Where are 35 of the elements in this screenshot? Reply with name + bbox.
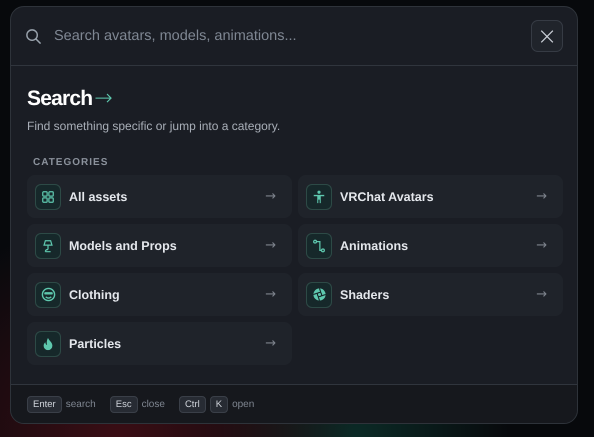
arrow-icon: → bbox=[536, 189, 547, 204]
close-button[interactable]: × bbox=[531, 20, 563, 52]
flame-icon bbox=[35, 330, 61, 356]
key-badge: K bbox=[210, 396, 228, 412]
path-icon bbox=[306, 232, 332, 258]
key-badge: Enter bbox=[27, 396, 62, 412]
arrow-icon: → bbox=[536, 238, 547, 253]
arrow-icon: → bbox=[94, 86, 113, 111]
person-icon bbox=[306, 184, 332, 210]
category-item[interactable]: VRChat Avatars → bbox=[298, 175, 563, 218]
shortcut-label: search bbox=[66, 398, 96, 410]
aperture-icon bbox=[306, 282, 332, 308]
key-badge: Ctrl bbox=[178, 396, 206, 412]
lamp-icon bbox=[35, 232, 61, 258]
search-field[interactable]: Search avatars, models, animations... bbox=[52, 27, 521, 45]
arrow-icon: → bbox=[265, 336, 276, 351]
shortcut-label: open bbox=[232, 398, 254, 410]
category-item[interactable]: Models and Props → bbox=[27, 224, 292, 267]
category-item[interactable]: Shaders → bbox=[298, 273, 563, 316]
search-icon bbox=[25, 28, 42, 44]
section-label: CATEGORIES bbox=[33, 157, 110, 168]
arrow-icon: → bbox=[265, 287, 276, 302]
arrow-icon: → bbox=[265, 238, 276, 253]
shortcut-label: close bbox=[142, 398, 165, 410]
smile-icon bbox=[35, 282, 61, 308]
key-badge: Esc bbox=[110, 396, 138, 412]
category-item[interactable]: All assets → bbox=[27, 175, 292, 218]
category-item[interactable]: Clothing → bbox=[27, 273, 292, 316]
heading-title: Search bbox=[27, 87, 92, 111]
arrow-icon: → bbox=[265, 189, 276, 204]
heading-subtitle: Find something specific or jump into a category. bbox=[27, 119, 282, 133]
category-item[interactable]: Particles → bbox=[27, 322, 292, 365]
arrow-icon: → bbox=[536, 287, 547, 302]
category-item[interactable]: Animations → bbox=[298, 224, 563, 267]
grid-icon bbox=[35, 184, 61, 210]
